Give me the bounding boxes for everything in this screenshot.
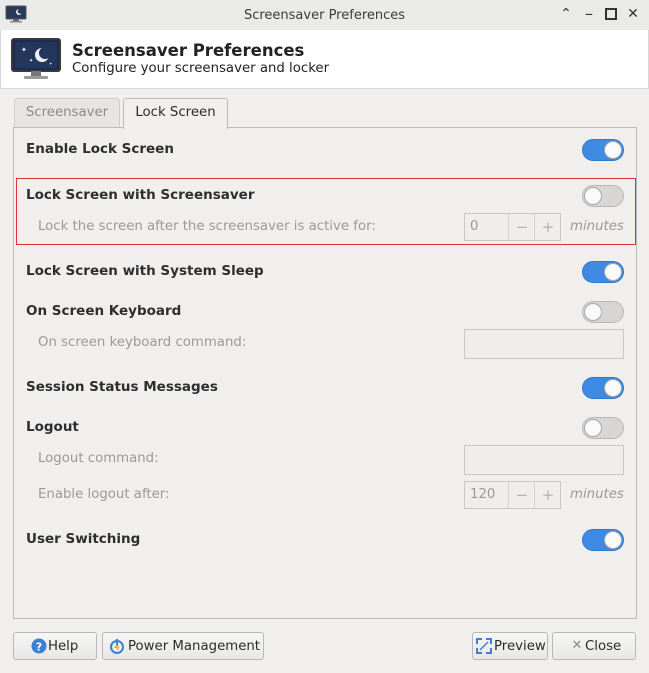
help-icon: ? bbox=[31, 638, 47, 654]
logout-after-value: 120 bbox=[470, 487, 496, 502]
close-button[interactable]: ✕ Close bbox=[552, 632, 636, 660]
lock-delay-increment-button[interactable]: + bbox=[534, 214, 561, 240]
lock-delay-value: 0 bbox=[470, 219, 479, 234]
logout-label: Logout bbox=[26, 419, 79, 435]
close-window-button[interactable]: ✕ bbox=[626, 7, 640, 21]
logout-after-spinner[interactable]: 120 − + bbox=[464, 481, 561, 509]
roll-up-button[interactable]: ⌃ bbox=[559, 7, 573, 21]
lock-delay-unit: minutes bbox=[570, 219, 624, 234]
lock-delay-label: Lock the screen after the screensaver is… bbox=[38, 219, 376, 234]
lock-with-sleep-label: Lock Screen with System Sleep bbox=[26, 263, 264, 279]
lock-with-sleep-switch[interactable] bbox=[582, 261, 624, 283]
maximize-button[interactable] bbox=[604, 7, 618, 21]
help-button[interactable]: ? Help bbox=[13, 632, 97, 660]
session-status-switch[interactable] bbox=[582, 377, 624, 399]
enable-lock-screen-switch[interactable] bbox=[582, 139, 624, 161]
logout-after-decrement-button[interactable]: − bbox=[508, 482, 535, 508]
logout-after-label: Enable logout after: bbox=[38, 487, 170, 502]
on-screen-keyboard-switch[interactable] bbox=[582, 301, 624, 323]
close-icon: ✕ bbox=[571, 638, 583, 653]
lock-delay-spinner[interactable]: 0 − + bbox=[464, 213, 561, 241]
lock-delay-decrement-button[interactable]: − bbox=[508, 214, 535, 240]
osk-command-label: On screen keyboard command: bbox=[38, 335, 247, 350]
preview-button[interactable]: Preview bbox=[472, 632, 548, 660]
logout-command-label: Logout command: bbox=[38, 451, 159, 466]
user-switching-label: User Switching bbox=[26, 531, 141, 547]
osk-command-field[interactable] bbox=[464, 329, 624, 359]
power-management-button-label: Power Management bbox=[128, 639, 261, 654]
lock-with-screensaver-switch[interactable] bbox=[582, 185, 624, 207]
session-status-label: Session Status Messages bbox=[26, 379, 218, 395]
switch-knob bbox=[604, 141, 622, 159]
help-button-label: Help bbox=[48, 639, 79, 654]
header-title: Screensaver Preferences bbox=[72, 41, 305, 60]
switch-knob bbox=[584, 303, 602, 321]
on-screen-keyboard-label: On Screen Keyboard bbox=[26, 303, 182, 319]
enable-lock-screen-label: Enable Lock Screen bbox=[26, 141, 174, 157]
maximize-icon bbox=[605, 8, 617, 20]
logout-switch[interactable] bbox=[582, 417, 624, 439]
svg-text:✦: ✦ bbox=[21, 46, 27, 54]
title-bar: Screensaver Preferences ⌃ – ✕ bbox=[0, 0, 649, 31]
logout-after-increment-button[interactable]: + bbox=[534, 482, 561, 508]
switch-knob bbox=[604, 263, 622, 281]
header-banner: ✦ ✦ ✦ Screensaver Preferences Configure … bbox=[0, 30, 649, 89]
svg-text:?: ? bbox=[36, 641, 42, 654]
tab-label: Screensaver bbox=[25, 105, 109, 120]
screensaver-monitor-icon: ✦ ✦ ✦ bbox=[11, 38, 61, 79]
tab-lock-screen[interactable]: Lock Screen bbox=[123, 98, 228, 130]
switch-knob bbox=[604, 531, 622, 549]
header-subtitle: Configure your screensaver and locker bbox=[72, 61, 330, 76]
svg-text:✦: ✦ bbox=[29, 58, 33, 64]
user-switching-switch[interactable] bbox=[582, 529, 624, 551]
lock-with-screensaver-label: Lock Screen with Screensaver bbox=[26, 187, 255, 203]
tab-label: Lock Screen bbox=[135, 105, 216, 120]
switch-knob bbox=[584, 187, 602, 205]
switch-knob bbox=[584, 419, 602, 437]
tab-screensaver[interactable]: Screensaver bbox=[14, 98, 120, 129]
power-management-button[interactable]: Power Management bbox=[102, 632, 264, 660]
window-title: Screensaver Preferences bbox=[243, 8, 406, 23]
logout-after-unit: minutes bbox=[570, 487, 624, 502]
close-button-label: Close bbox=[585, 639, 622, 654]
preview-fullscreen-icon bbox=[476, 638, 492, 654]
minimize-button[interactable]: – bbox=[582, 6, 596, 22]
preview-button-label: Preview bbox=[494, 639, 546, 654]
switch-knob bbox=[604, 379, 622, 397]
logout-command-field[interactable] bbox=[464, 445, 624, 475]
power-management-icon bbox=[110, 639, 124, 654]
